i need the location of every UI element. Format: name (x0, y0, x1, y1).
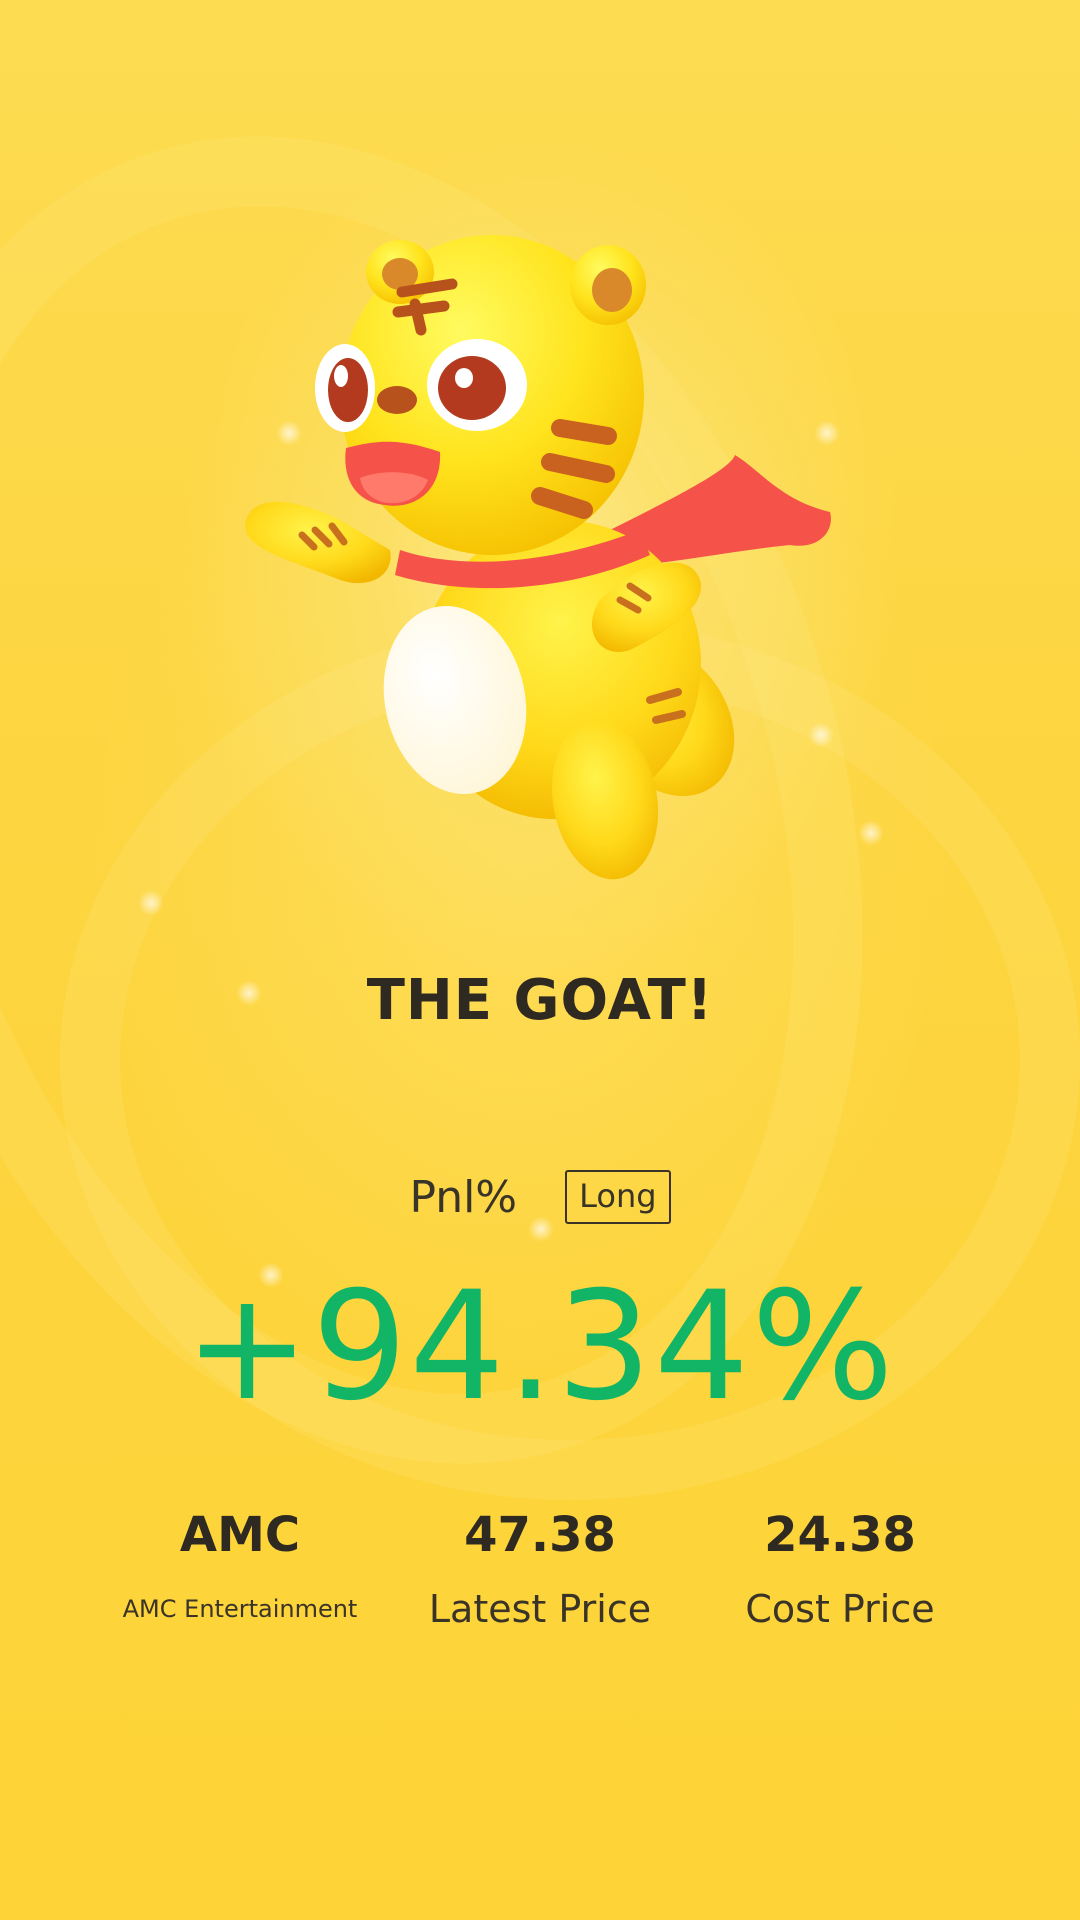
sparkle-icon (858, 820, 884, 846)
pnl-percentage: +94.34% (184, 1260, 896, 1434)
stat-cost-price: 24.38 Cost Price (690, 1505, 990, 1631)
tiger-mascot-icon (245, 235, 831, 880)
cost-price-value: 24.38 (764, 1507, 916, 1563)
position-stats: AMC AMC Entertainment 47.38 Latest Price… (90, 1505, 990, 1631)
pnl-share-card: THE GOAT! Pnl% Long +94.34% AMC AMC Ente… (0, 0, 1080, 1920)
pnl-header: Pnl% Long (0, 1170, 1080, 1224)
stat-latest-price: 47.38 Latest Price (390, 1505, 690, 1631)
latest-price-label: Latest Price (428, 1587, 652, 1631)
headline: THE GOAT! (366, 968, 714, 1033)
sparkle-icon (138, 890, 164, 916)
direction-badge: Long (565, 1170, 671, 1224)
pnl-label: Pnl% (409, 1171, 518, 1223)
stat-symbol: AMC AMC Entertainment (90, 1505, 390, 1631)
cost-price-label: Cost Price (745, 1587, 935, 1631)
stock-symbol: AMC (179, 1507, 301, 1563)
stock-name: AMC Entertainment (122, 1595, 358, 1623)
latest-price-value: 47.38 (464, 1507, 616, 1563)
